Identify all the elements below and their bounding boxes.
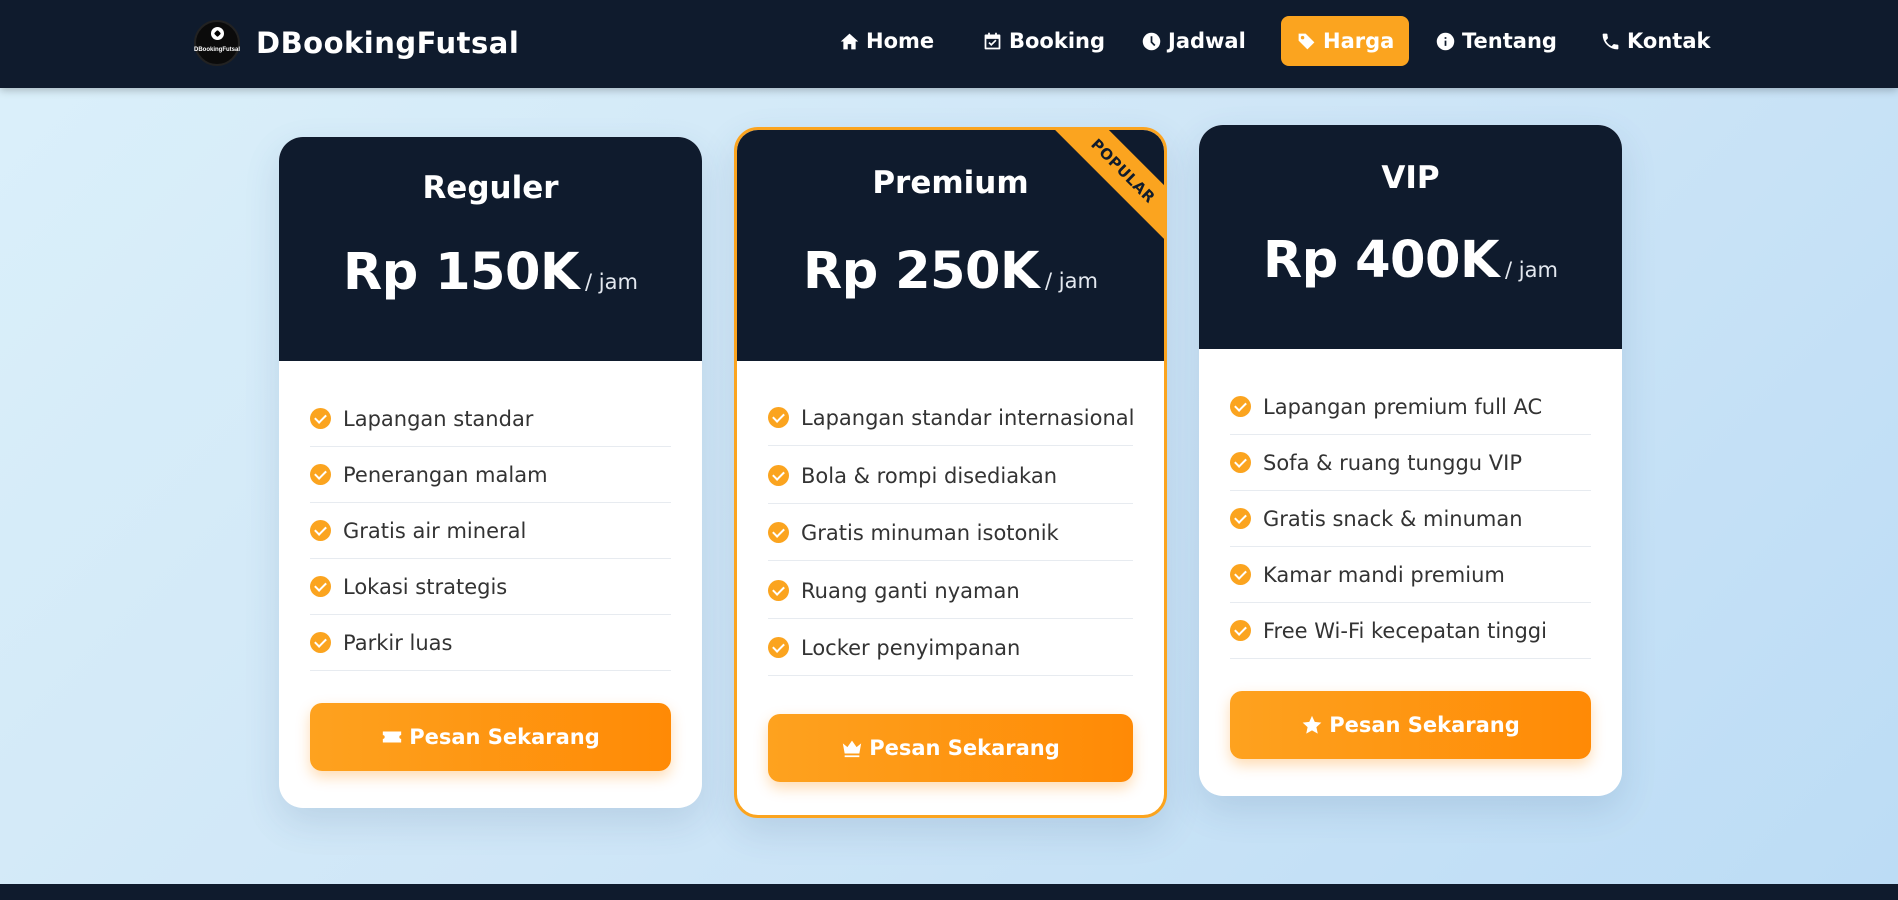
feature-item: Penerangan malam <box>310 447 671 503</box>
feature-text: Penerangan malam <box>343 462 548 487</box>
price-unit: / jam <box>1505 258 1558 282</box>
check-circle-icon <box>1230 564 1251 585</box>
check-circle-icon <box>1230 452 1251 473</box>
plan-title: Premium <box>872 165 1029 201</box>
check-circle-icon <box>310 520 331 541</box>
nav-item-home[interactable]: Home <box>824 16 949 66</box>
feature-item: Bola & rompi disediakan <box>768 448 1133 504</box>
price-unit: / jam <box>1045 269 1098 293</box>
button-label: Pesan Sekarang <box>869 736 1060 760</box>
check-circle-icon <box>768 637 789 658</box>
brand-name: DBookingFutsal <box>256 26 520 60</box>
feature-text: Lapangan standar <box>343 406 534 431</box>
feature-text: Free Wi-Fi kecepatan tinggi <box>1263 618 1547 643</box>
pricing-card-reguler: Reguler Rp 150K / jam Lapangan standar Pe… <box>279 137 702 808</box>
feature-item: Gratis snack & minuman <box>1230 491 1591 547</box>
plan-title: Reguler <box>422 170 559 206</box>
feature-text: Gratis snack & minuman <box>1263 506 1523 531</box>
feature-item: Free Wi-Fi kecepatan tinggi <box>1230 603 1591 659</box>
navbar: DBookingFutsal DBookingFutsal Home Booki… <box>0 0 1898 88</box>
price-amount: Rp 150K <box>343 243 580 302</box>
feature-item: Lapangan premium full AC <box>1230 379 1591 435</box>
feature-item: Gratis minuman isotonik <box>768 505 1133 561</box>
footer <box>0 884 1898 900</box>
ticket-icon <box>383 731 402 743</box>
card-header: Reguler Rp 150K / jam <box>279 137 702 361</box>
check-circle-icon <box>310 576 331 597</box>
check-circle-icon <box>1230 508 1251 529</box>
plan-price: Rp 250K / jam <box>737 242 1164 301</box>
check-circle-icon <box>768 407 789 428</box>
feature-item: Gratis air mineral <box>310 503 671 559</box>
feature-text: Lokasi strategis <box>343 574 508 599</box>
feature-item: Sofa & ruang tunggu VIP <box>1230 435 1591 491</box>
nav-item-jadwal[interactable]: Jadwal <box>1126 16 1261 66</box>
check-circle-icon <box>310 632 331 653</box>
feature-text: Parkir luas <box>343 630 453 655</box>
button-label: Pesan Sekarang <box>1329 713 1520 737</box>
button-label: Pesan Sekarang <box>409 725 600 749</box>
feature-text: Lapangan standar internasional <box>801 405 1135 430</box>
feature-item: Lapangan standar <box>310 391 671 447</box>
logo-text: DBookingFutsal <box>194 47 240 53</box>
card-header: VIP Rp 400K / jam <box>1199 125 1622 349</box>
nav-label: Home <box>866 29 935 53</box>
star-icon <box>1302 715 1322 734</box>
pricing-card-premium: POPULAR Premium Rp 250K / jam Lapangan st… <box>734 127 1167 818</box>
check-circle-icon <box>768 580 789 601</box>
book-button-reguler[interactable]: Pesan Sekarang <box>310 703 671 771</box>
feature-text: Gratis minuman isotonik <box>801 520 1059 545</box>
check-circle-icon <box>768 465 789 486</box>
plan-price: Rp 400K / jam <box>1199 231 1622 290</box>
feature-item: Kamar mandi premium <box>1230 547 1591 603</box>
price-amount: Rp 250K <box>803 242 1040 301</box>
nav-item-harga[interactable]: Harga <box>1281 16 1410 66</box>
check-circle-icon <box>1230 620 1251 641</box>
nav-label: Booking <box>1009 29 1106 53</box>
price-unit: / jam <box>585 270 638 294</box>
feature-text: Lapangan premium full AC <box>1263 394 1543 419</box>
plan-price: Rp 150K / jam <box>279 243 702 302</box>
pricing-card-vip: VIP Rp 400K / jam Lapangan premium full A… <box>1199 125 1622 796</box>
feature-item: Lokasi strategis <box>310 559 671 615</box>
feature-text: Gratis air mineral <box>343 518 527 543</box>
nav-item-booking[interactable]: Booking <box>967 16 1120 66</box>
card-header: POPULAR Premium Rp 250K / jam <box>737 130 1164 361</box>
nav-item-tentang[interactable]: Tentang <box>1420 16 1572 66</box>
feature-text: Kamar mandi premium <box>1263 562 1505 587</box>
nav-label: Kontak <box>1627 29 1711 53</box>
feature-text: Bola & rompi disediakan <box>801 463 1058 488</box>
crown-icon <box>843 740 862 758</box>
logo: DBookingFutsal <box>194 20 240 66</box>
tag-icon <box>1298 33 1315 49</box>
plan-title: VIP <box>1381 160 1440 196</box>
check-circle-icon <box>310 464 331 485</box>
feature-item: Parkir luas <box>310 615 671 671</box>
book-button-premium[interactable]: Pesan Sekarang <box>768 714 1133 782</box>
feature-text: Locker penyimpanan <box>801 635 1021 660</box>
info-icon <box>1436 32 1455 50</box>
home-icon <box>840 33 859 49</box>
check-circle-icon <box>310 408 331 429</box>
feature-item: Ruang ganti nyaman <box>768 563 1133 619</box>
brand[interactable]: DBookingFutsal DBookingFutsal <box>194 18 519 68</box>
nav-label: Jadwal <box>1168 29 1246 53</box>
clock-icon <box>1142 32 1161 50</box>
phone-icon <box>1602 33 1619 49</box>
nav-label: Harga <box>1323 29 1395 53</box>
check-circle-icon <box>768 522 789 543</box>
feature-item: Locker penyimpanan <box>768 620 1133 676</box>
feature-text: Ruang ganti nyaman <box>801 578 1020 603</box>
book-button-vip[interactable]: Pesan Sekarang <box>1230 691 1591 759</box>
check-circle-icon <box>1230 396 1251 417</box>
nav-label: Tentang <box>1462 29 1557 53</box>
calendar-check-icon <box>984 32 1001 49</box>
soccer-ball-icon <box>211 27 224 40</box>
price-amount: Rp 400K <box>1263 231 1500 290</box>
feature-item: Lapangan standar internasional <box>768 390 1135 446</box>
feature-text: Sofa & ruang tunggu VIP <box>1263 450 1523 475</box>
nav-item-kontak[interactable]: Kontak <box>1585 16 1725 66</box>
